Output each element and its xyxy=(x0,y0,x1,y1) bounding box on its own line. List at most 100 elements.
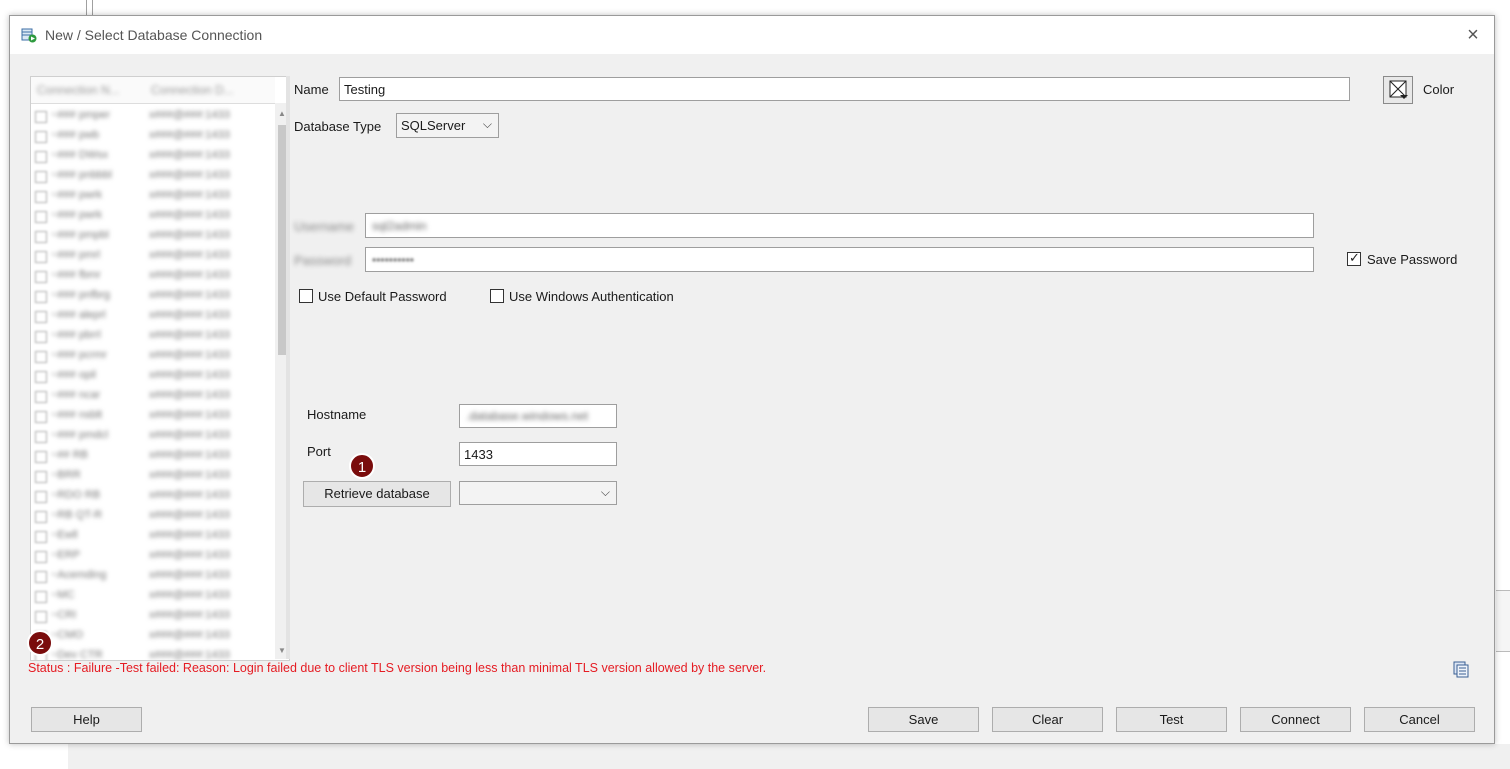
connection-name: ~### pmrl xyxy=(51,249,101,261)
connection-dialog: New / Select Database Connection × Conne… xyxy=(9,15,1495,744)
use-windows-auth-checkbox[interactable] xyxy=(490,289,504,303)
database-type-select[interactable]: SQLServer ⌵ xyxy=(396,113,499,138)
list-item[interactable]: ~CMO x###@###:1433 xyxy=(31,626,275,646)
connection-name: ~BRR xyxy=(51,469,81,481)
connection-name: ~Acemding xyxy=(51,569,107,581)
save-password-checkbox[interactable]: ✓ xyxy=(1347,250,1361,266)
list-item[interactable]: ~### aleprl x###@###:1433 xyxy=(31,306,275,326)
window-title: New / Select Database Connection xyxy=(45,27,263,43)
use-default-password-checkbox[interactable] xyxy=(299,289,313,303)
list-item[interactable]: ~Acemding x###@###:1433 xyxy=(31,566,275,586)
list-item[interactable]: ~Ewll x###@###:1433 xyxy=(31,526,275,546)
connection-icon xyxy=(35,291,47,303)
connection-list[interactable]: Connection N... Connection D... ~### pmp… xyxy=(30,76,290,661)
connection-icon xyxy=(35,411,47,423)
cancel-button[interactable]: Cancel xyxy=(1364,707,1475,732)
list-item[interactable]: ~### opil x###@###:1433 xyxy=(31,366,275,386)
connection-name: ~### DWsx xyxy=(51,149,109,161)
list-item[interactable]: ~### pmdcl x###@###:1433 xyxy=(31,426,275,446)
split-pane-divider[interactable] xyxy=(286,76,290,659)
connection-icon xyxy=(35,131,47,143)
copy-icon[interactable] xyxy=(1452,660,1470,678)
connection-name: ~Dev CTR xyxy=(51,649,103,661)
database-select[interactable]: ⌵ xyxy=(459,481,617,505)
list-item[interactable]: ~### pmrl x###@###:1433 xyxy=(31,246,275,266)
list-item[interactable]: ~ERP x###@###:1433 xyxy=(31,546,275,566)
list-item[interactable]: ~### fbmr x###@###:1433 xyxy=(31,266,275,286)
list-item[interactable]: ~### pmper x###@###:1433 xyxy=(31,106,275,126)
list-item[interactable]: ~### pwrk x###@###:1433 xyxy=(31,186,275,206)
connection-icon xyxy=(35,451,47,463)
connection-icon xyxy=(35,511,47,523)
scroll-thumb[interactable] xyxy=(278,125,286,355)
test-button[interactable]: Test xyxy=(1116,707,1227,732)
connection-name: ~### pwrk xyxy=(51,209,103,221)
connection-name: ~ERP xyxy=(51,549,81,561)
column-header-connection-details[interactable]: Connection D... xyxy=(151,83,234,97)
connection-details: x###@###:1433 xyxy=(149,549,230,561)
connection-icon xyxy=(35,611,47,623)
connection-icon xyxy=(35,591,47,603)
connection-details: x###@###:1433 xyxy=(149,269,230,281)
connection-name: ~### pbrrl xyxy=(51,329,101,341)
connection-name: ~RB QT-R xyxy=(51,509,103,521)
connection-details: x###@###:1433 xyxy=(149,249,230,261)
list-item[interactable]: ~### nsblt x###@###:1433 xyxy=(31,406,275,426)
connection-name: ~### pcrmr xyxy=(51,349,107,361)
use-windows-auth-label: Use Windows Authentication xyxy=(509,289,674,304)
connection-icon xyxy=(35,191,47,203)
list-item[interactable]: ~### DWsx x###@###:1433 xyxy=(31,146,275,166)
username-input[interactable] xyxy=(365,213,1314,238)
connection-icon xyxy=(35,531,47,543)
connection-icon xyxy=(35,551,47,563)
list-header: Connection N... Connection D... xyxy=(31,77,275,104)
chevron-down-icon: ⌵ xyxy=(482,117,492,131)
list-item[interactable]: ~### pwb x###@###:1433 xyxy=(31,126,275,146)
connection-name: ~## RB xyxy=(51,449,88,461)
annotation-badge-1: 1 xyxy=(349,453,375,479)
list-item[interactable]: ~### pbrrl x###@###:1433 xyxy=(31,326,275,346)
list-item[interactable]: ~### pnbbbl x###@###:1433 xyxy=(31,166,275,186)
help-button[interactable]: Help xyxy=(31,707,142,732)
password-input[interactable] xyxy=(365,247,1314,272)
list-item[interactable]: ~MC x###@###:1433 xyxy=(31,586,275,606)
list-item[interactable]: ~RDO RB x###@###:1433 xyxy=(31,486,275,506)
list-item[interactable]: ~### pcrmr x###@###:1433 xyxy=(31,346,275,366)
column-header-connection-name[interactable]: Connection N... xyxy=(37,83,120,97)
clear-button[interactable]: Clear xyxy=(992,707,1103,732)
connection-details: x###@###:1433 xyxy=(149,389,230,401)
connection-details: x###@###:1433 xyxy=(149,289,230,301)
connection-details: x###@###:1433 xyxy=(149,109,230,121)
password-value: •••••••••• xyxy=(372,253,415,267)
connection-icon xyxy=(35,151,47,163)
list-item[interactable]: ~### pnfbrg x###@###:1433 xyxy=(31,286,275,306)
connection-icon xyxy=(35,471,47,483)
list-item[interactable]: ~RB QT-R x###@###:1433 xyxy=(31,506,275,526)
connect-button[interactable]: Connect xyxy=(1240,707,1351,732)
port-input[interactable] xyxy=(459,442,617,466)
connection-name: ~### pmper xyxy=(51,109,111,121)
color-picker-button[interactable] xyxy=(1383,76,1413,104)
list-item[interactable]: ~Dev CTR x###@###:1433 xyxy=(31,646,275,661)
list-item[interactable]: ~### pwrk x###@###:1433 xyxy=(31,206,275,226)
connection-icon xyxy=(35,371,47,383)
connection-name: ~### pwrk xyxy=(51,189,103,201)
connection-details: x###@###:1433 xyxy=(149,369,230,381)
list-item[interactable]: ~## RB x###@###:1433 xyxy=(31,446,275,466)
status-message: Status : Failure -Test failed: Reason: L… xyxy=(28,661,767,675)
list-item[interactable]: ~### pmpbl x###@###:1433 xyxy=(31,226,275,246)
connection-icon xyxy=(35,491,47,503)
save-button[interactable]: Save xyxy=(868,707,979,732)
retrieve-database-button[interactable]: Retrieve database xyxy=(303,481,451,507)
connection-details: x###@###:1433 xyxy=(149,349,230,361)
list-item[interactable]: ~BRR x###@###:1433 xyxy=(31,466,275,486)
list-item[interactable]: ~CRI x###@###:1433 xyxy=(31,606,275,626)
name-label: Name xyxy=(294,82,329,97)
close-icon[interactable]: × xyxy=(1462,24,1484,46)
username-value: sql2admin xyxy=(372,219,427,233)
connection-name: ~### aleprl xyxy=(51,309,106,321)
list-item[interactable]: ~### ncar x###@###:1433 xyxy=(31,386,275,406)
name-input[interactable] xyxy=(339,77,1350,101)
connection-details: x###@###:1433 xyxy=(149,469,230,481)
connection-icon xyxy=(35,171,47,183)
